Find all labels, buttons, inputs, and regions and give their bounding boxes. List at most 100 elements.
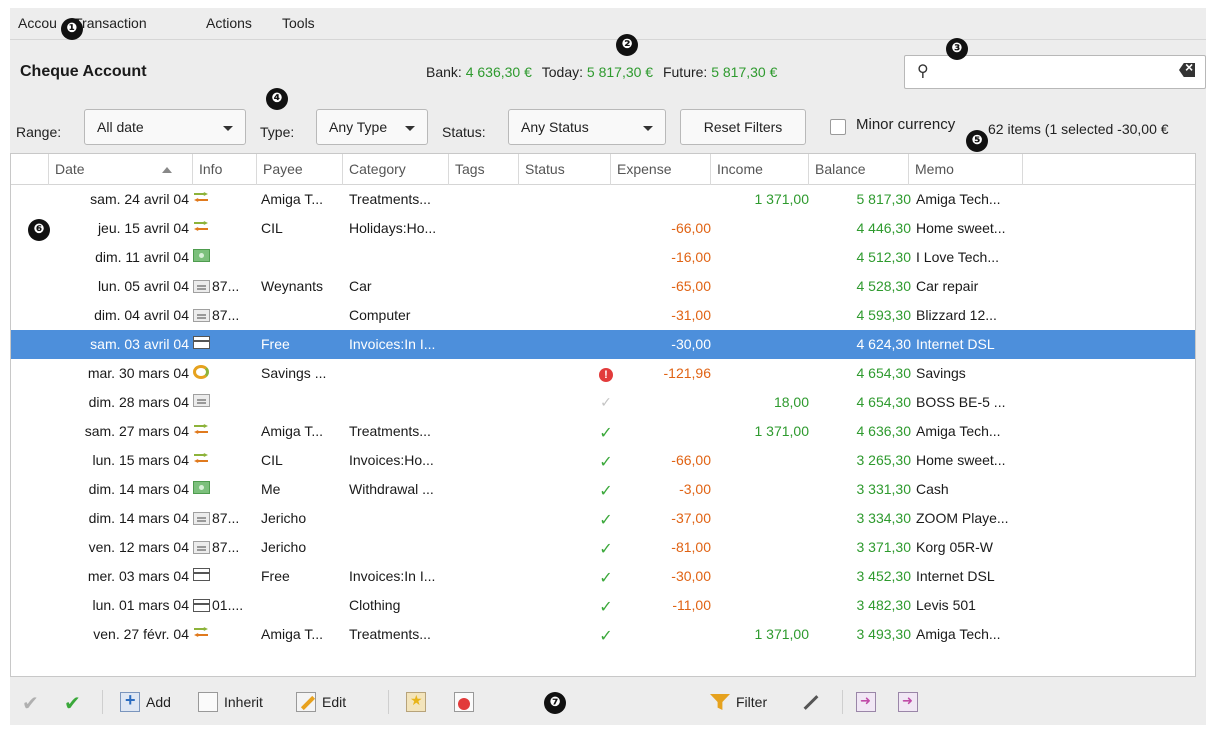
cash-icon — [193, 249, 210, 262]
column-header-memo[interactable]: Memo — [909, 154, 1023, 185]
minor-currency-checkbox[interactable] — [830, 119, 846, 135]
row-info-text: 87... — [212, 510, 240, 526]
status-select[interactable]: Any Status — [508, 109, 666, 145]
column-header-balance[interactable]: Balance — [809, 154, 909, 185]
row-memo: Korg 05R-W — [916, 539, 994, 555]
row-memo: Home sweet... — [916, 220, 1006, 236]
export-icon — [856, 692, 876, 712]
filter-label: Filter — [736, 694, 768, 710]
table-row[interactable]: sam. 27 mars 04 Amiga T... Treatments... ✓ 1… — [11, 417, 1195, 446]
reconciled-check-icon[interactable]: ✓ — [599, 541, 612, 558]
export-all-button[interactable] — [898, 689, 918, 715]
callout-2: ❷ — [616, 34, 638, 56]
template-star-icon — [406, 692, 426, 712]
row-balance: 3 371,30 — [856, 539, 912, 555]
table-row[interactable]: dim. 14 mars 04 Me Withdrawal ... ✓ -3,00 3 3… — [11, 475, 1195, 504]
column-header-payee[interactable]: Payee — [257, 154, 343, 185]
row-category: Treatments... — [349, 191, 431, 207]
column-header-info[interactable]: Info — [193, 154, 257, 185]
table-row[interactable]: dim. 11 avril 04 -16,00 4 512,30 I Love Tec… — [11, 243, 1195, 272]
search-input[interactable] — [939, 60, 1159, 84]
edit-button[interactable]: Edit — [296, 689, 346, 715]
filter-button[interactable]: Filter — [710, 689, 767, 715]
row-category: Treatments... — [349, 626, 431, 642]
mark-reconciled-button[interactable] — [62, 689, 82, 716]
row-balance: 4 593,30 — [856, 307, 912, 323]
column-header-date-label: Date — [55, 161, 85, 177]
table-row[interactable]: dim. 04 avril 04 87... Computer -31,00 4 593… — [11, 301, 1195, 330]
type-select[interactable]: Any Type — [316, 109, 428, 145]
row-payee: Jericho — [261, 510, 307, 526]
transaction-list[interactable]: Date Info Payee Category Tags Status Exp… — [10, 153, 1196, 677]
table-row[interactable]: ven. 12 mars 04 87... Jericho ✓ -81,00 3 371,… — [11, 533, 1195, 562]
magic-wand-icon — [800, 692, 820, 712]
menu-tools[interactable]: Tools — [282, 15, 315, 31]
search-field[interactable]: ⚲ — [904, 55, 1206, 89]
table-row[interactable]: jeu. 15 avril 04 CIL Holidays:Ho... -66,00 4… — [11, 214, 1195, 243]
row-expense: -3,00 — [679, 481, 711, 497]
column-header-expense[interactable]: Expense — [611, 154, 711, 185]
table-row[interactable]: dim. 28 mars 04 ✓ 18,00 4 654,30 BOSS BE-5 .… — [11, 388, 1195, 417]
reconciled-check-icon[interactable]: ✓ — [599, 425, 612, 442]
reconciled-check-icon[interactable]: ✓ — [599, 628, 612, 645]
table-row[interactable]: lun. 15 mars 04 CIL Invoices:Ho... ✓ -66,00 3… — [11, 446, 1195, 475]
table-row[interactable]: mer. 03 mars 04 Free Invoices:In I... ✓ -30,… — [11, 562, 1195, 591]
row-balance: 4 446,30 — [856, 220, 912, 236]
template-button[interactable] — [406, 689, 426, 715]
type-value: Any Type — [329, 119, 388, 135]
row-info — [193, 394, 259, 410]
row-memo: Amiga Tech... — [916, 626, 1001, 642]
row-memo: Blizzard 12... — [916, 307, 997, 323]
delete-button[interactable] — [454, 689, 474, 715]
column-header-income[interactable]: Income — [711, 154, 809, 185]
table-row[interactable]: sam. 03 avril 04 Free Invoices:In I... -30,… — [11, 330, 1195, 359]
column-header-status[interactable]: Status — [519, 154, 611, 185]
row-expense: -37,00 — [671, 510, 711, 526]
table-row[interactable]: ven. 27 févr. 04 Amiga T... Treatments... ✓… — [11, 620, 1195, 649]
row-expense: -30,00 — [671, 568, 711, 584]
row-balance: 4 636,30 — [856, 423, 912, 439]
table-row[interactable]: dim. 14 mars 04 87... Jericho ✓ -37,00 3 334,… — [11, 504, 1195, 533]
list-header: Date Info Payee Category Tags Status Exp… — [11, 154, 1195, 185]
menu-transaction[interactable]: Transaction — [74, 15, 147, 31]
row-info-text: 01.... — [212, 597, 244, 613]
add-button[interactable]: Add — [120, 689, 171, 715]
row-date: ven. 27 févr. 04 — [93, 626, 189, 642]
row-expense: -66,00 — [671, 220, 711, 236]
items-count: 62 items (1 selected -30,00 € — [988, 121, 1169, 137]
menu-account[interactable]: Accou — [18, 15, 57, 31]
table-row[interactable]: lun. 01 mars 04 01.... Clothing ✓ -11,00 3 48… — [11, 591, 1195, 620]
row-info — [193, 423, 259, 439]
column-header-tags[interactable]: Tags — [449, 154, 519, 185]
row-balance: 5 817,30 — [856, 191, 912, 207]
reconciled-check-icon[interactable]: ✓ — [599, 512, 612, 529]
reconciled-check-icon[interactable]: ✓ — [599, 454, 612, 471]
assign-button[interactable] — [800, 689, 820, 715]
mark-cleared-button[interactable] — [20, 689, 40, 716]
cleared-check-icon[interactable]: ✓ — [600, 394, 612, 410]
row-date: dim. 14 mars 04 — [88, 510, 189, 526]
column-header-date[interactable]: Date — [49, 154, 193, 185]
menu-actions[interactable]: Actions — [206, 15, 252, 31]
row-date: lun. 01 mars 04 — [92, 597, 190, 613]
inherit-button[interactable]: Inherit — [198, 689, 263, 715]
range-select[interactable]: All date — [84, 109, 246, 145]
row-date: mer. 03 mars 04 — [87, 568, 189, 584]
export-button[interactable] — [856, 689, 876, 715]
reconciled-check-icon[interactable]: ✓ — [599, 599, 612, 616]
column-header-category[interactable]: Category — [343, 154, 449, 185]
row-expense: -65,00 — [671, 278, 711, 294]
table-row[interactable]: mar. 30 mars 04 Savings ...! -121,96 4 654,… — [11, 359, 1195, 388]
row-memo: Amiga Tech... — [916, 423, 1001, 439]
table-row[interactable]: lun. 05 avril 04 87... Weynants Car -65,00 4 … — [11, 272, 1195, 301]
row-info — [193, 191, 259, 207]
card-icon — [193, 568, 210, 581]
reset-filters-button[interactable]: Reset Filters — [680, 109, 806, 145]
row-income: 1 371,00 — [754, 626, 810, 642]
row-info — [193, 220, 259, 236]
table-row[interactable]: sam. 24 avril 04 Amiga T... Treatments... 1… — [11, 185, 1195, 214]
row-date: sam. 27 mars 04 — [84, 423, 189, 439]
reconciled-check-icon[interactable]: ✓ — [599, 483, 612, 500]
clear-search-icon[interactable] — [1179, 63, 1195, 77]
reconciled-check-icon[interactable]: ✓ — [599, 570, 612, 587]
